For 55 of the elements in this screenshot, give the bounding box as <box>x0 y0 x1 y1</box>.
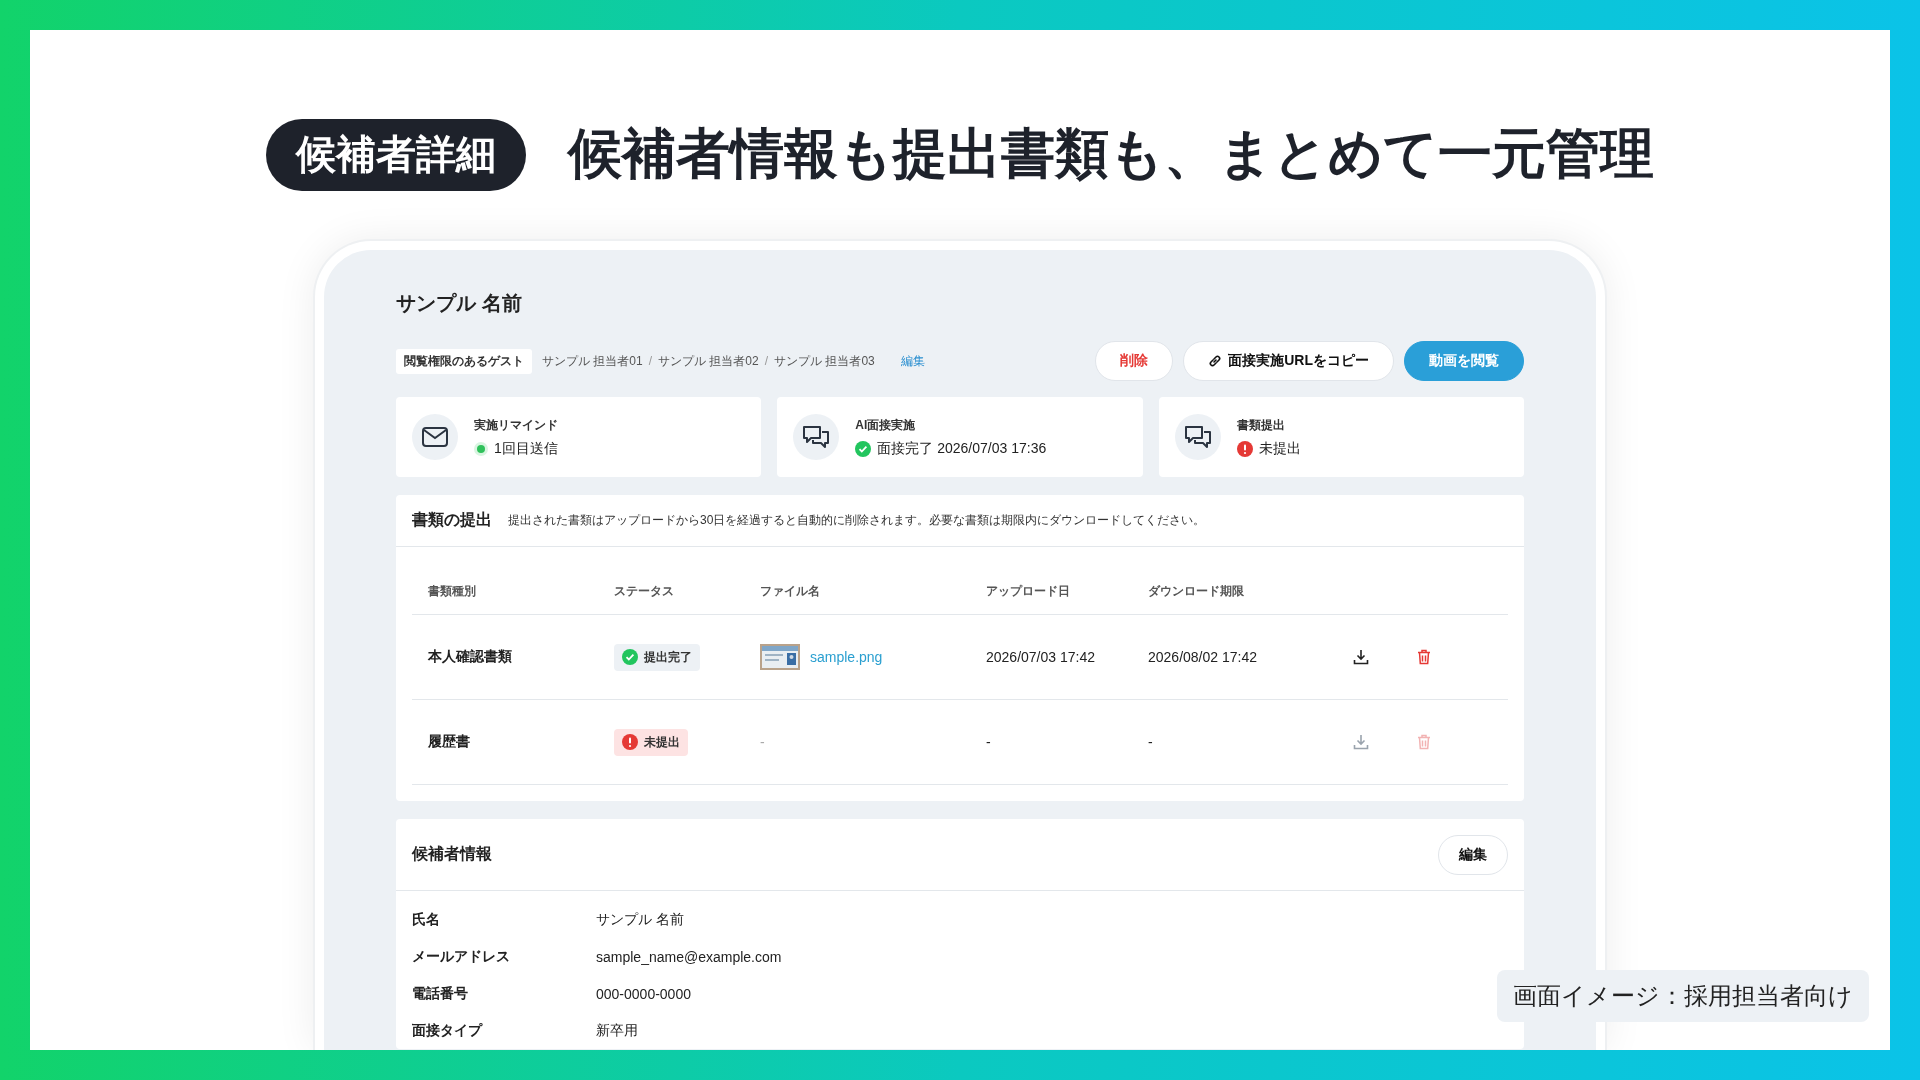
table-cell-text: - <box>986 734 992 750</box>
field-value: サンプル 名前 <box>596 910 684 929</box>
column-header: ダウンロード期限 <box>1148 583 1245 600</box>
status-badge: 未提出 <box>614 728 688 756</box>
field-label: 氏名 <box>412 910 441 929</box>
section-badge: 候補者詳細 <box>266 118 526 191</box>
field-label: メールアドレス <box>412 947 511 966</box>
table-cell-text: 履歴書 <box>427 733 471 751</box>
chat-bubbles-icon <box>1183 424 1212 450</box>
caption-label: 画面イメージ：採用担当者向け <box>1497 970 1869 1022</box>
chat-bubbles-icon <box>802 424 831 450</box>
status-label: 書類提出 <box>1236 416 1286 434</box>
status-badge: 提出完了 <box>614 643 700 671</box>
trash-icon[interactable] <box>1417 649 1431 665</box>
status-label: 実施リマインド <box>474 416 558 434</box>
link-icon <box>1208 354 1223 368</box>
guest-name: サンプル 担当者01 <box>542 352 643 370</box>
view-video-button[interactable]: 動画を閲覧 <box>1404 341 1524 381</box>
candidate-name: サンプル 名前 <box>396 291 523 316</box>
column-header: アップロード日 <box>986 583 1071 600</box>
notice-text: 提出された書類はアップロードから30日を経過すると自動的に削除されます。必要な書類は期限内にダウンロードしてください。 <box>508 512 1206 529</box>
guest-label: 閲覧権限のあるゲスト <box>396 348 532 374</box>
status-label: AI面接実施 <box>855 416 917 434</box>
separator-text: / <box>648 354 653 368</box>
column-header: ステータス <box>614 583 675 600</box>
field-value: 000-0000-0000 <box>596 985 691 1002</box>
column-header: 書類種別 <box>427 583 477 600</box>
table-cell-text: 2026/08/02 17:42 <box>1148 649 1258 665</box>
card-title: 候補者情報 <box>412 844 492 864</box>
guest-name: サンプル 担当者03 <box>774 352 875 370</box>
status-value: 未提出 <box>1258 439 1301 458</box>
edit-link[interactable]: 編集 <box>900 352 925 370</box>
table-cell: - <box>760 734 765 750</box>
field-label: 面接タイプ <box>412 1021 484 1040</box>
status-value: 1回目送信 <box>494 439 558 458</box>
field-value: 新卒用 <box>596 1021 638 1040</box>
separator-text: / <box>764 354 769 368</box>
delete-button[interactable]: 削除 <box>1095 341 1174 381</box>
column-header: ファイル名 <box>760 583 821 600</box>
card-title: 書類の提出 <box>412 510 492 530</box>
envelope-icon <box>422 427 448 447</box>
exclamation-circle-icon <box>622 734 638 750</box>
copy-url-button[interactable]: 面接実施URLをコピー <box>1183 341 1394 381</box>
guest-name: サンプル 担当者02 <box>658 352 759 370</box>
headline: 候補者情報も提出書類も、まとめて一元管理 <box>568 122 1654 185</box>
file-link[interactable]: sample.png <box>810 649 883 665</box>
field-value: sample_name@example.com <box>596 948 782 965</box>
table-cell-text: 2026/07/03 17:42 <box>986 649 1096 665</box>
table-cell-text: 本人確認書類 <box>427 648 513 666</box>
field-label: 電話番号 <box>412 984 469 1003</box>
download-icon[interactable] <box>1353 649 1369 665</box>
status-value: 面接完了 2026/07/03 17:36 <box>877 439 1047 458</box>
check-circle-icon <box>622 649 638 665</box>
table-cell-text: - <box>1148 734 1154 750</box>
edit-button[interactable]: 編集 <box>1438 834 1508 875</box>
